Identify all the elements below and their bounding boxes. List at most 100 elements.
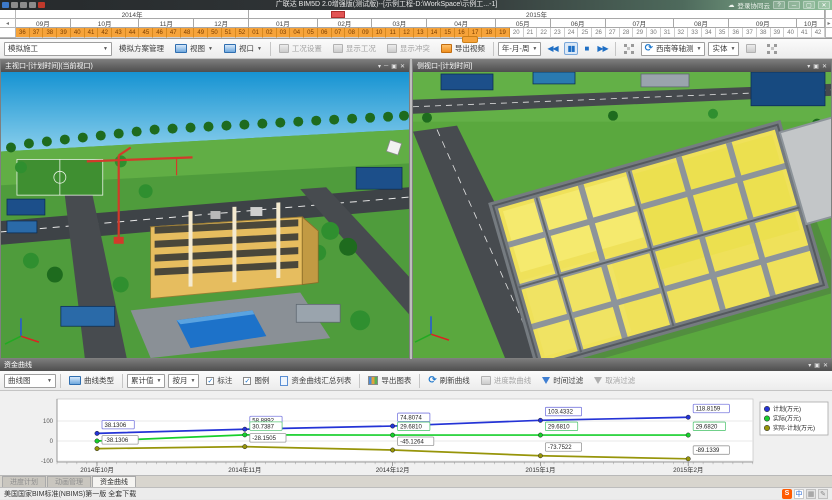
timeline-month-cell[interactable]: 04月 [427,19,496,28]
timeline-month-cell[interactable]: 08月 [674,19,729,28]
save-icon[interactable] [11,2,18,8]
timeline-week-cell[interactable]: 21 [523,28,538,38]
minimize-icon[interactable]: ─ [384,63,388,70]
undo-icon[interactable] [20,2,27,8]
timeline-week-cell[interactable]: 43 [112,28,126,38]
stop-button[interactable]: ■ [581,43,591,54]
timeline-week-cell[interactable]: 23 [551,28,565,38]
viewport-3d-scene-right[interactable] [413,72,831,358]
value-mode-combo[interactable]: 累计值 ▼ [127,373,166,388]
timeline-week-cell[interactable]: 19 [496,28,510,38]
timeline-week-cell[interactable]: 01 [249,28,263,38]
timeline-week-cell[interactable]: 51 [221,28,236,38]
timeline-week-cell[interactable]: 36 [729,28,744,38]
legend-checkbox[interactable]: ✓ 图例 [239,372,273,389]
timeline-week-cell[interactable]: 18 [482,28,497,38]
sogou-ime-icon[interactable]: S [782,488,792,499]
view-direction-combo[interactable]: ⟳ 西南等轴测 ▼ [640,41,706,56]
maximize-icon[interactable]: ▣ [391,63,397,70]
timeline-week-cell[interactable]: 29 [633,28,648,38]
timeline-week-cell[interactable]: 12 [400,28,414,38]
refresh-curve-button[interactable]: ⟳ 刷新曲线 [424,372,473,389]
timeline-week-cell[interactable]: 38 [756,28,771,38]
timeline-week-cell[interactable]: 42 [811,28,826,38]
timeline-month-cell[interactable]: 06月 [550,19,606,28]
timeline-week-cell[interactable]: 32 [674,28,689,38]
timeline-month-cell[interactable]: 12月 [194,19,250,28]
export-chart-button[interactable]: 导出图表 [364,372,415,389]
timeline-month-cell[interactable]: 10月 [797,19,825,28]
timeline-month-cell[interactable]: 09月 [728,19,798,28]
timeline-week-cell[interactable]: 35 [715,28,730,38]
timeline-week-cell[interactable]: 13 [413,28,428,38]
pause-button[interactable]: ▮▮ [563,42,579,55]
timeline-week-cell[interactable]: 42 [98,28,113,38]
tab-progress-plan[interactable]: 进度计划 [2,476,46,487]
timeline-week-cell[interactable]: 46 [153,28,167,38]
timeline-week-cell[interactable]: 34 [701,28,716,38]
time-granularity-combo[interactable]: 年-月-周 ▼ [497,41,542,56]
timeline-week-cell[interactable]: 02 [262,28,277,38]
timeline-week-cell[interactable]: 26 [592,28,606,38]
language-mode-icon[interactable]: 中 [794,488,804,499]
news-marquee-link[interactable]: 美国国家BIM标准(NBIMS)第一版 全套下载 [4,489,136,499]
timeline-month-cell[interactable]: 09月 [16,19,71,28]
timeline-month-cell[interactable]: 01月 [249,19,318,28]
timeline-week-cell[interactable]: 40 [70,28,85,38]
timeline-week-cell[interactable]: 39 [770,28,785,38]
timeline-month-cell[interactable]: 07月 [605,19,675,28]
timeline-month-cell[interactable]: 03月 [372,19,428,28]
timeline-week-cell[interactable]: 15 [441,28,455,38]
maximize-icon[interactable]: ▣ [813,63,819,70]
timeline-week-cell[interactable]: 22 [537,28,552,38]
scheme-manage-button[interactable]: 模拟方案管理 [115,40,168,57]
record-icon[interactable] [38,2,45,8]
timeline-week-cell[interactable]: 11 [386,28,401,38]
timeline-week-cell[interactable]: 27 [605,28,620,38]
close-button[interactable]: ✕ [818,1,830,9]
timeline-month-cell[interactable]: 11月 [139,19,195,28]
curve-type-button[interactable]: 曲线类型 [65,372,118,389]
timeline-week-cell[interactable]: 03 [276,28,291,38]
close-icon[interactable]: ✕ [400,63,405,70]
timeline-slider-thumb[interactable] [462,36,478,43]
ime-keyboard-icon[interactable]: ▦ [806,488,816,499]
maximize-button[interactable]: ▢ [803,1,815,9]
timeline-month-cell[interactable]: 10月 [70,19,140,28]
tab-animation-manage[interactable]: 动画管理 [47,476,91,487]
simulation-scheme-combo[interactable]: 模拟施工 ▼ [4,41,112,56]
timeline-week-cell[interactable]: 20 [509,28,524,38]
condition-settings-button[interactable]: 工况设置 [275,40,326,57]
time-filter-button[interactable]: 时间过滤 [538,372,587,389]
fast-forward-button[interactable]: ▶▶ [594,43,610,54]
timeline-week-cell[interactable]: 36 [16,28,30,38]
timeline-week-cell[interactable]: 33 [688,28,702,38]
timeline-week-cell[interactable]: 09 [358,28,373,38]
show-conflict-button[interactable]: 显示冲突 [383,40,434,57]
main-viewport-header[interactable]: 主视口-[计划时间](当前视口) ▾ ─ ▣ ✕ [1,60,409,72]
timeline-week-cell[interactable]: 24 [564,28,579,38]
timeline-week-cell[interactable]: 37 [29,28,44,38]
timeline-week-cell[interactable]: 39 [57,28,71,38]
annotate-checkbox[interactable]: ✓ 标注 [202,372,236,389]
chart-type-combo[interactable]: 曲线图 ▼ [4,373,56,388]
timeline-week-cell[interactable]: 10 [372,28,387,38]
measure-button[interactable] [763,40,781,57]
timeline-month-cell[interactable]: 02月 [317,19,373,28]
period-combo[interactable]: 按月 ▼ [168,373,200,388]
pin-icon[interactable]: ▾ [808,362,811,369]
timeline-week-cell[interactable]: 05 [304,28,318,38]
timeline-week-cell[interactable]: 25 [578,28,593,38]
close-icon[interactable]: ✕ [823,362,828,369]
timeline-week-cell[interactable]: 47 [166,28,181,38]
show-condition-button[interactable]: 显示工况 [329,40,380,57]
tab-funds-curve[interactable]: 资金曲线 [92,476,136,487]
timeline-scroll-right-icon[interactable]: ▸ [825,19,832,28]
pin-icon[interactable]: ▾ [807,63,810,70]
timeline-week-cell[interactable]: 04 [290,28,305,38]
timeline-week-cell[interactable]: 38 [43,28,58,38]
timeline-week-cell[interactable]: 41 [84,28,99,38]
section-box-button[interactable] [742,40,760,57]
login-cloud-button[interactable]: 登录协同云 [738,0,771,10]
timeline-week-cell[interactable]: 40 [784,28,798,38]
